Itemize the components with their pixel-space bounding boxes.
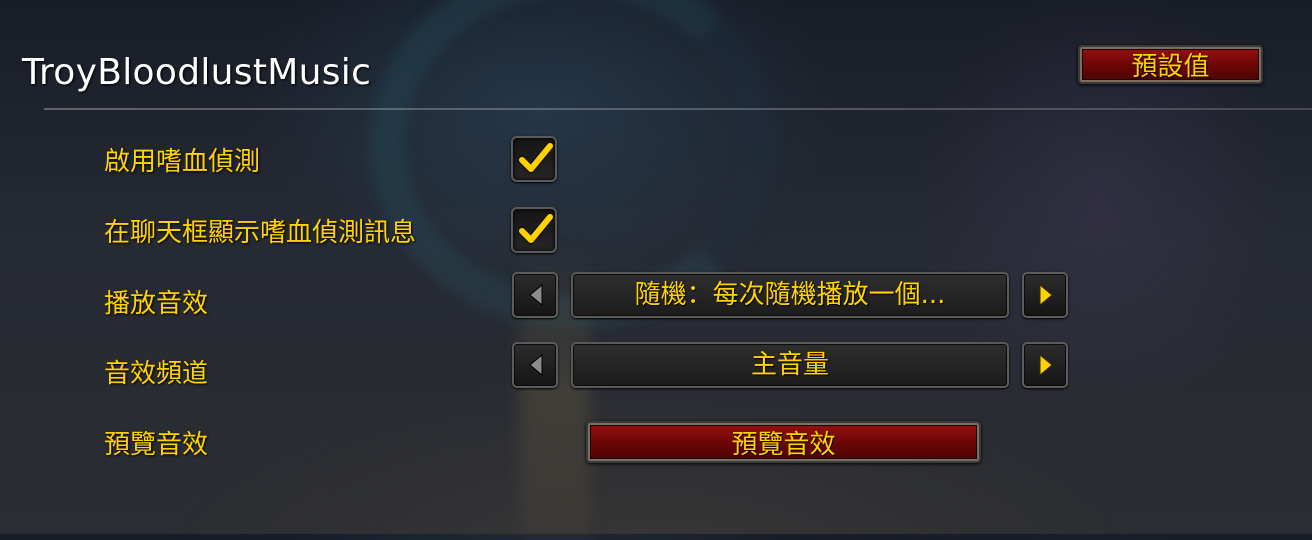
enable-detection-label: 啟用嗜血偵測 [104,147,261,177]
enable-detection-checkbox[interactable] [511,136,557,182]
sound-channel-prev-button[interactable] [512,342,558,388]
arrow-left-icon [529,283,543,307]
defaults-button[interactable]: 預設值 [1078,45,1263,84]
arrow-right-icon [1039,283,1053,307]
sound-channel-dropdown[interactable]: 主音量 [571,342,1009,388]
arrow-right-icon [1039,353,1053,377]
play-sound-dropdown[interactable]: 隨機：每次隨機播放一個... [571,272,1009,318]
play-sound-prev-button[interactable] [512,272,558,318]
preview-sound-button[interactable]: 預覽音效 [586,421,981,463]
checkmark-icon [517,212,555,245]
chat-message-checkbox[interactable] [511,207,557,253]
preview-sound-label: 預覽音效 [104,430,209,460]
sound-channel-next-button[interactable] [1022,342,1068,388]
title-divider [44,108,1312,110]
play-sound-next-button[interactable] [1022,272,1068,318]
addon-title: TroyBloodlustMusic [22,52,372,93]
chat-message-label: 在聊天框顯示嗜血偵測訊息 [104,218,417,248]
sound-channel-label: 音效頻道 [104,359,209,389]
arrow-left-icon [529,353,543,377]
play-sound-label: 播放音效 [104,289,209,319]
checkmark-icon [517,141,555,174]
